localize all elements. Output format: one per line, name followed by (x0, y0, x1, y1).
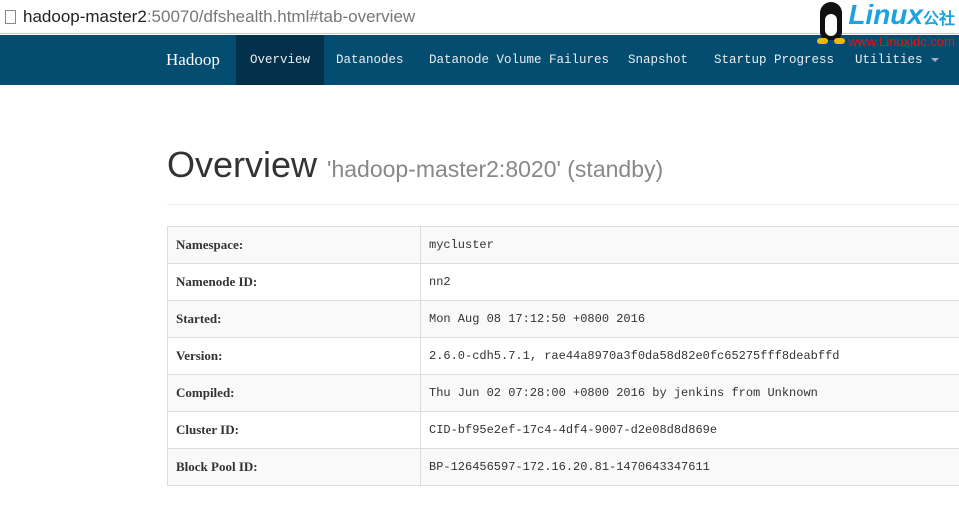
row-value: CID-bf95e2ef-17c4-4df4-9007-d2e08d8d869e (420, 411, 959, 449)
nav-utilities-label: Utilities (855, 53, 923, 67)
title-text: Overview (167, 144, 318, 185)
row-label: Namespace: (167, 226, 421, 264)
table-row: Started: Mon Aug 08 17:12:50 +0800 2016 (167, 300, 959, 338)
watermark-text: Linux (848, 0, 923, 30)
row-label: Namenode ID: (167, 263, 421, 301)
row-value: BP-126456597-172.16.20.81-1470643347611 (420, 448, 959, 486)
table-row: Cluster ID: CID-bf95e2ef-17c4-4df4-9007-d… (167, 411, 959, 449)
watermark-site: www.Linuxidc.com (848, 34, 955, 49)
table-row: Compiled: Thu Jun 02 07:28:00 +0800 2016 … (167, 374, 959, 412)
row-value: Thu Jun 02 07:28:00 +0800 2016 by jenkin… (420, 374, 959, 412)
nav-datanodes[interactable]: Datanodes (322, 35, 418, 85)
overview-table: Namespace: mycluster Namenode ID: nn2 Star… (167, 226, 959, 486)
row-label: Compiled: (167, 374, 421, 412)
table-row: Block Pool ID: BP-126456597-172.16.20.81-… (167, 448, 959, 486)
row-label: Cluster ID: (167, 411, 421, 449)
nav-snapshot[interactable]: Snapshot (614, 35, 702, 85)
page-title: Overview 'hadoop-master2:8020' (standby) (167, 144, 663, 186)
row-label: Block Pool ID: (167, 448, 421, 486)
url-path: :50070/dfshealth.html#tab-overview (146, 6, 416, 26)
url-host: hadoop-master2 (23, 6, 147, 26)
row-label: Version: (167, 337, 421, 375)
row-value: Mon Aug 08 17:12:50 +0800 2016 (420, 300, 959, 338)
row-value: 2.6.0-cdh5.7.1, rae44a8970a3f0da58d82e0f… (420, 337, 959, 375)
caret-down-icon (930, 57, 939, 62)
watermark-suffix: 公社 (922, 11, 955, 28)
divider (167, 204, 959, 205)
watermark-logo: Linux公社 www.Linuxidc.com (816, 0, 955, 49)
row-label: Started: (167, 300, 421, 338)
table-row: Namenode ID: nn2 (167, 263, 959, 301)
url-text[interactable]: hadoop-master2:50070/dfshealth.html#tab-… (23, 7, 415, 27)
page-subtitle: 'hadoop-master2:8020' (standby) (327, 156, 664, 182)
table-row: Version: 2.6.0-cdh5.7.1, rae44a8970a3f0da… (167, 337, 959, 375)
table-row: Namespace: mycluster (167, 226, 959, 264)
penguin-icon (816, 0, 846, 44)
brand-link[interactable]: Hadoop (166, 35, 220, 85)
nav-datanode-volume-failures[interactable]: Datanode Volume Failures (415, 35, 623, 85)
nav-overview[interactable]: Overview (236, 35, 325, 85)
row-value: mycluster (420, 226, 959, 264)
page-icon (5, 9, 16, 24)
row-value: nn2 (420, 263, 959, 301)
